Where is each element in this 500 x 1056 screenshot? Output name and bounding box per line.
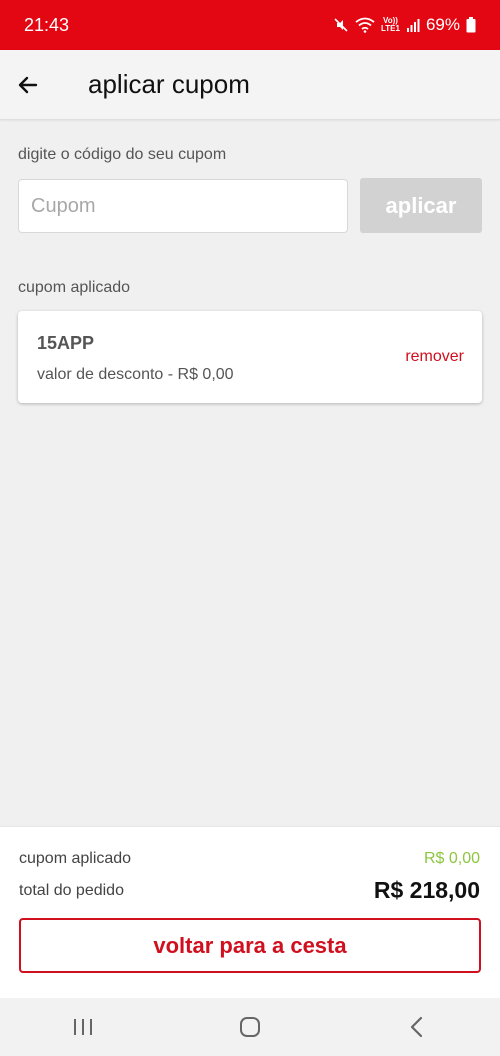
volte-bottom-label: LTE1 — [381, 24, 400, 33]
coupon-discount-text: valor de desconto - R$ 0,00 — [37, 366, 234, 383]
signal-icon — [406, 18, 420, 32]
summary-total-row: total do pedido R$ 218,00 — [19, 877, 480, 904]
battery-percent: 69% — [425, 15, 460, 34]
mute-icon — [333, 17, 349, 33]
volte-indicator: Vo)) LTE1 — [381, 17, 400, 33]
app-bar: aplicar cupom — [0, 50, 500, 120]
status-icons: Vo)) LTE1 69% — [333, 15, 476, 35]
summary-total-value: R$ 218,00 — [373, 877, 480, 903]
system-nav-bar — [0, 998, 500, 1056]
applied-coupon-card: 15APP valor de desconto - R$ 0,00 remove… — [18, 311, 482, 403]
back-to-cart-button[interactable]: voltar para a cesta — [19, 918, 481, 973]
order-summary-footer: cupom aplicado R$ 0,00 total do pedido R… — [0, 826, 500, 999]
page-title: aplicar cupom — [88, 69, 250, 99]
summary-coupon-label: cupom aplicado — [19, 850, 132, 867]
battery-icon — [466, 17, 476, 33]
recent-apps-icon[interactable] — [53, 1002, 113, 1052]
summary-total-label: total do pedido — [19, 881, 124, 899]
status-time: 21:43 — [24, 14, 70, 35]
apply-coupon-button[interactable]: aplicar — [360, 178, 482, 233]
home-icon[interactable] — [220, 1002, 280, 1052]
applied-coupon-section-label: cupom aplicado — [18, 279, 131, 296]
summary-coupon-row: cupom aplicado R$ 0,00 — [19, 850, 480, 868]
coupon-code: 15APP — [37, 333, 95, 353]
summary-coupon-value: R$ 0,00 — [423, 850, 480, 867]
status-bar: 21:43 Vo)) LTE1 69% — [0, 0, 500, 50]
remove-coupon-button[interactable]: remover — [405, 348, 464, 366]
coupon-code-input[interactable] — [18, 179, 348, 233]
arrow-left-icon[interactable] — [8, 65, 48, 105]
wifi-icon — [355, 17, 375, 33]
coupon-code-label: digite o código do seu cupom — [18, 146, 227, 163]
back-icon[interactable] — [387, 1002, 447, 1052]
